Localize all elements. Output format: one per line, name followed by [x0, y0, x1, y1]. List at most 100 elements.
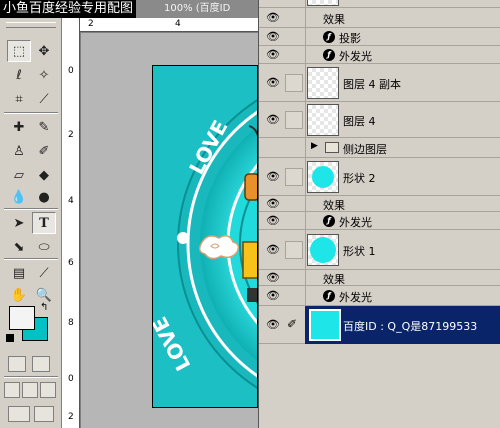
move-tool-icon[interactable]: ✥	[32, 40, 56, 62]
screen-mode-full-icon[interactable]	[40, 382, 56, 398]
layer-thumbnail	[307, 234, 339, 266]
imageready-icon[interactable]	[34, 406, 54, 422]
toolbox-grip[interactable]	[6, 22, 56, 28]
ruler-vertical: 0 2 4 6 8 0 2	[62, 18, 80, 428]
clone-stamp-icon[interactable]: ♙	[7, 140, 31, 162]
ruler-horizontal: 2 4	[80, 18, 258, 32]
layer-name: 形状 2	[343, 172, 376, 185]
layer-link-box[interactable]	[285, 241, 303, 259]
badge-artwork: LOVE LOVE	[153, 99, 257, 389]
eye-icon[interactable]: 👁	[262, 169, 284, 185]
effects-label: 效果	[323, 199, 345, 212]
eye-icon[interactable]: 👁	[262, 242, 284, 258]
layer-row[interactable]: 👁 图层 4 副本	[259, 64, 500, 102]
eraser-tool-icon[interactable]: ▱	[7, 164, 31, 186]
eye-icon[interactable]: 👁	[262, 29, 284, 45]
ruler-tick-label: 2	[68, 412, 74, 422]
effect-icon: ƒ	[323, 215, 335, 227]
eye-icon[interactable]: 👁	[262, 75, 284, 91]
history-brush-icon[interactable]: ✐	[32, 140, 56, 162]
layer-row-clipped	[259, 0, 500, 8]
effect-name: 外发光	[339, 50, 372, 63]
eye-icon[interactable]: 👁	[262, 213, 284, 229]
eyedropper-tool-icon[interactable]: ⟋	[32, 262, 56, 284]
eye-icon[interactable]: 👁	[262, 270, 284, 286]
marquee-tool-icon[interactable]: ⬚	[7, 40, 31, 62]
lasso-tool-icon[interactable]: ℓ	[7, 64, 31, 86]
eye-icon[interactable]: 👁	[262, 288, 284, 304]
screen-mode-standard-icon[interactable]	[4, 382, 20, 398]
foreground-color-swatch[interactable]	[9, 306, 35, 330]
document-title: (百度ID	[195, 3, 231, 14]
folder-icon	[325, 142, 339, 153]
quickmask-mode-icon[interactable]	[32, 356, 50, 372]
swap-colors-icon[interactable]: ↰	[40, 302, 48, 313]
layer-link-box[interactable]	[285, 111, 303, 129]
eye-icon[interactable]: 👁	[262, 196, 284, 212]
blur-tool-icon[interactable]: 💧	[7, 186, 31, 208]
shape-thumbnail-icon	[312, 166, 334, 188]
eye-icon[interactable]: 👁	[262, 47, 284, 63]
brush-tool-icon[interactable]: ✎	[32, 116, 56, 138]
effects-label: 效果	[323, 13, 345, 26]
layer-row[interactable]: 👁 图层 4	[259, 102, 500, 138]
layer-name: 图层 4	[343, 115, 376, 128]
hand-tool-icon[interactable]: ✋	[7, 284, 31, 306]
layer-row-selected[interactable]: 👁 ✐ 百度ID : Q_Q是87199533	[259, 306, 500, 344]
effect-name: 投影	[339, 32, 361, 45]
effect-row[interactable]: 👁 ƒ 外发光	[259, 286, 500, 306]
effect-row[interactable]: 👁 ƒ 外发光	[259, 46, 500, 64]
watermark-caption: 小鱼百度经验专用配图	[0, 0, 137, 18]
dodge-tool-icon[interactable]: ●	[32, 186, 56, 208]
layer-link-box[interactable]	[285, 74, 303, 92]
pen-tool-icon[interactable]: ⬊	[7, 236, 31, 258]
type-tool-icon[interactable]: T	[32, 212, 56, 234]
layers-empty-area	[305, 344, 500, 428]
ruler-tick-label: 2	[88, 19, 94, 29]
ruler-tick-label: 0	[68, 374, 74, 384]
slice-tool-icon[interactable]: ⟋	[32, 88, 56, 110]
layer-row[interactable]: 👁 形状 2	[259, 158, 500, 196]
layer-link-box[interactable]	[285, 168, 303, 186]
paint-bucket-icon[interactable]: ◆	[32, 164, 56, 186]
effects-row[interactable]: 👁 效果	[259, 270, 500, 286]
effect-name: 外发光	[339, 291, 372, 304]
layer-group-row[interactable]: ▶ 侧边图层	[259, 138, 500, 158]
effects-label: 效果	[323, 273, 345, 286]
layer-row[interactable]: 👁 形状 1	[259, 230, 500, 270]
layers-panel: 👁 效果 👁 ƒ 投影 👁 ƒ 外发光 👁 图层 4 副本 👁 图层 4 ▶ 侧…	[258, 0, 500, 428]
effect-icon: ƒ	[323, 49, 335, 61]
ruler-tick-label: 8	[68, 318, 74, 328]
group-name: 侧边图层	[343, 143, 387, 156]
effects-row[interactable]: 👁 效果	[259, 8, 500, 28]
image-canvas[interactable]: LOVE LOVE	[152, 65, 258, 408]
layer-thumbnail	[307, 67, 339, 99]
toolbox: ⬚ ✥ ℓ ✧ ⌗ ⟋ ✚ ✎ ♙ ✐ ▱ ◆ 💧 ● ➤ T ⬊ ⬭ ▤ ⟋ …	[0, 0, 62, 428]
eye-icon[interactable]: 👁	[262, 317, 284, 333]
effects-row[interactable]: 👁 效果	[259, 196, 500, 212]
effect-icon: ƒ	[323, 31, 335, 43]
crop-tool-icon[interactable]: ⌗	[7, 88, 31, 110]
toolbox-separator	[4, 208, 58, 210]
path-selection-icon[interactable]: ➤	[7, 212, 31, 234]
photoshop-window: ⬚ ✥ ℓ ✧ ⌗ ⟋ ✚ ✎ ♙ ✐ ▱ ◆ 💧 ● ➤ T ⬊ ⬭ ▤ ⟋ …	[0, 0, 500, 428]
magic-wand-tool-icon[interactable]: ✧	[32, 64, 56, 86]
brush-lock-icon: ✐	[287, 317, 298, 331]
screen-mode-full-menu-icon[interactable]	[22, 382, 38, 398]
eye-icon[interactable]: 👁	[262, 10, 284, 26]
default-colors-icon[interactable]	[6, 334, 14, 342]
ruler-tick-label: 0	[68, 66, 74, 76]
effect-row[interactable]: 👁 ƒ 投影	[259, 28, 500, 46]
layer-name: 图层 4 副本	[343, 78, 401, 91]
healing-brush-icon[interactable]: ✚	[7, 116, 31, 138]
effect-row[interactable]: 👁 ƒ 外发光	[259, 212, 500, 230]
ellipse-tool-icon[interactable]: ⬭	[32, 236, 56, 258]
standard-mode-icon[interactable]	[8, 356, 26, 372]
effect-icon: ƒ	[323, 290, 335, 302]
ruler-tick-label: 4	[175, 19, 181, 29]
eye-icon[interactable]: 👁	[262, 112, 284, 128]
expand-triangle-icon[interactable]: ▶	[311, 141, 318, 151]
jump-to-imageready-icon[interactable]	[8, 406, 30, 422]
notes-tool-icon[interactable]: ▤	[7, 262, 31, 284]
layer-thumbnail	[307, 0, 339, 6]
